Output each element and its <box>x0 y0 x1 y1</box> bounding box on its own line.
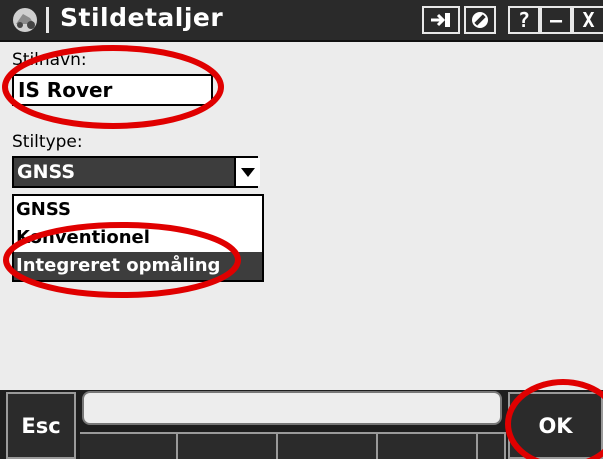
softkey-slot-1[interactable] <box>80 432 178 459</box>
ok-button[interactable]: OK <box>508 392 603 459</box>
title-bar: Stildetaljer ? – X <box>0 0 603 42</box>
login-arrow-icon[interactable] <box>422 6 460 34</box>
style-name-label: Stilnavn: <box>12 50 87 70</box>
title-separator <box>46 7 49 33</box>
style-type-label: Stiltype: <box>12 132 83 152</box>
help-button[interactable]: ? <box>508 6 540 34</box>
close-button[interactable]: X <box>572 6 603 34</box>
softkey-slot-5[interactable] <box>478 432 506 459</box>
softkey-slot-2[interactable] <box>178 432 278 459</box>
tractor-app-icon[interactable] <box>10 5 40 35</box>
option-gnss[interactable]: GNSS <box>14 196 262 224</box>
style-type-value: GNSS <box>17 161 76 183</box>
status-field <box>82 391 502 425</box>
option-konventionel[interactable]: Konventionel <box>14 224 262 252</box>
style-name-input[interactable]: IS Rover <box>12 74 213 106</box>
no-entry-icon[interactable] <box>464 6 496 34</box>
minimize-button[interactable]: – <box>540 6 572 34</box>
window-title: Stildetaljer <box>60 3 224 32</box>
style-type-select[interactable]: GNSS <box>12 156 260 188</box>
esc-button[interactable]: Esc <box>6 392 76 459</box>
chevron-down-icon[interactable] <box>234 158 260 186</box>
softkey-slot-4[interactable] <box>378 432 478 459</box>
style-type-dropdown: GNSS Konventionel Integreret opmåling <box>12 194 264 282</box>
option-integreret-opmaling[interactable]: Integreret opmåling <box>14 252 262 280</box>
softkey-slot-3[interactable] <box>278 432 378 459</box>
